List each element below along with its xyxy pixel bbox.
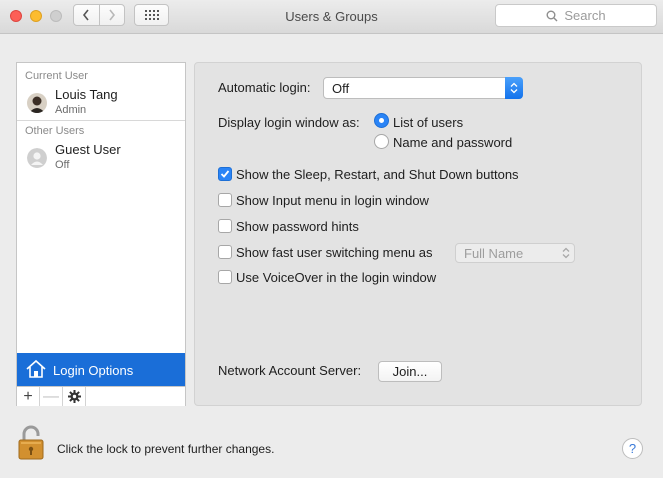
user-row-louis-tang[interactable]: Louis Tang Admin [17,85,185,123]
guest-user-icon [27,148,47,168]
user-list: Current User Louis Tang Admin Other User… [16,62,186,406]
current-user-header: Current User [25,70,88,82]
gear-icon [67,390,81,403]
avatar [27,93,47,113]
name-and-password-radio[interactable] [374,134,389,149]
user-name: Guest User [55,142,121,157]
network-account-server-label: Network Account Server: [218,363,362,378]
automatic-login-value: Off [332,81,350,96]
sleep-restart-shutdown-label: Show the Sleep, Restart, and Shut Down b… [236,167,519,182]
login-options-item[interactable]: Login Options [17,353,185,386]
join-button[interactable]: Join... [378,361,442,382]
fast-user-switching-popup[interactable]: Full Name [455,243,575,263]
lock-icon[interactable] [17,425,49,461]
automatic-login-popup[interactable]: Off [323,77,523,99]
lock-message: Click the lock to prevent further change… [57,442,275,456]
search-placeholder: Search [564,8,606,23]
automatic-login-label: Automatic login: [218,80,311,95]
other-users-header: Other Users [25,125,85,137]
search-field[interactable]: Search [495,4,657,27]
title-bar: Users & Groups Search [0,0,663,34]
voiceover-checkbox[interactable] [218,270,232,284]
help-button[interactable]: ? [622,438,643,459]
avatar [27,148,47,168]
list-of-users-label: List of users [393,115,464,130]
divider [17,120,185,121]
name-and-password-label: Name and password [393,135,513,150]
user-row-guest-user[interactable]: Guest User Off [17,140,185,178]
user-photo-icon [27,93,47,113]
action-menu-button[interactable] [63,387,86,406]
fast-user-switching-checkbox[interactable] [218,245,232,259]
login-options-label: Login Options [53,363,134,378]
password-hints-checkbox[interactable] [218,219,232,233]
house-icon [26,359,46,378]
password-hints-label: Show password hints [236,219,359,234]
voiceover-label: Use VoiceOver in the login window [236,270,437,285]
input-menu-checkbox[interactable] [218,193,232,207]
user-role: Admin [55,104,87,116]
list-toolbar: + — [17,386,185,406]
display-window-label: Display login window as: [218,115,360,130]
user-role: Off [55,159,70,171]
remove-user-button[interactable]: — [40,387,63,406]
input-menu-label: Show Input menu in login window [236,193,429,208]
list-of-users-radio[interactable] [374,113,389,128]
checkmark-icon [220,170,230,178]
user-name: Louis Tang [55,87,118,102]
login-options-panel: Automatic login: Off Display login windo… [194,62,642,406]
popup-arrows-icon [505,77,523,99]
add-user-button[interactable]: + [17,387,40,406]
fast-user-switching-value: Full Name [464,246,524,261]
popup-arrows-icon [562,247,570,259]
search-icon [546,10,558,21]
sleep-restart-shutdown-checkbox[interactable] [218,167,232,181]
fast-user-switching-label: Show fast user switching menu as [236,245,433,260]
